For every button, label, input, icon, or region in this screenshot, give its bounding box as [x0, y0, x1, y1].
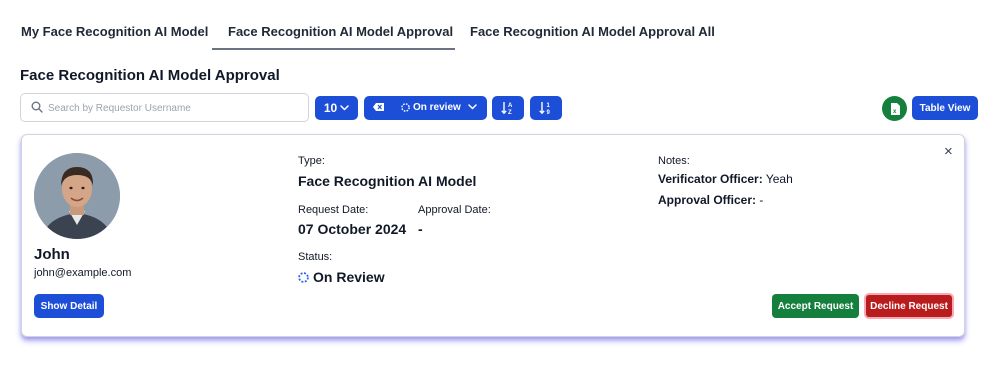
tab-model-approval-all[interactable]: Face Recognition AI Model Approval All: [470, 24, 715, 39]
sort-alpha-icon: A Z: [501, 102, 513, 115]
page-title: Face Recognition AI Model Approval: [20, 67, 280, 84]
notes-label: Notes:: [658, 155, 690, 167]
status-filter-select[interactable]: On review: [364, 96, 487, 120]
approval-officer-label: Approval Officer:: [658, 193, 757, 207]
chevron-down-icon: [340, 105, 349, 111]
active-tab-indicator: [212, 48, 455, 50]
decline-request-button[interactable]: Decline Request: [864, 293, 954, 319]
sort-numeric-button[interactable]: 1 9: [530, 96, 562, 120]
search-input[interactable]: [48, 98, 298, 118]
page-size-value: 10: [323, 101, 338, 115]
table-view-button[interactable]: Table View: [912, 96, 978, 120]
status-label: Status:: [298, 251, 333, 263]
requestor-name: John: [34, 246, 70, 263]
verificator-line: Verificator Officer: Yeah: [658, 172, 793, 186]
search-icon: [31, 101, 43, 113]
sort-numeric-icon: 1 9: [539, 102, 551, 115]
type-value: Face Recognition AI Model: [298, 173, 477, 189]
requestor-email: john@example.com: [34, 267, 132, 279]
accept-request-button[interactable]: Accept Request: [772, 294, 859, 318]
verificator-label: Verificator Officer:: [658, 172, 763, 186]
request-date-label: Request Date:: [298, 204, 369, 216]
spinner-icon: [298, 272, 309, 283]
chevron-down-icon: [468, 104, 477, 110]
request-date-value: 07 October 2024: [298, 221, 407, 237]
status-filter-value: On review: [413, 102, 461, 113]
approval-officer-line: Approval Officer: -: [658, 193, 763, 207]
excel-icon: x: [890, 102, 900, 115]
verificator-value: Yeah: [765, 172, 793, 186]
approval-date-value: -: [418, 221, 423, 237]
close-icon[interactable]: ×: [944, 144, 953, 159]
export-excel-button[interactable]: x: [882, 96, 907, 121]
status-value: On Review: [313, 269, 385, 285]
approval-officer-value: -: [759, 193, 764, 207]
sort-alpha-button[interactable]: A Z: [492, 96, 524, 120]
spinner-icon: [401, 103, 410, 112]
tab-my-models[interactable]: My Face Recognition AI Model: [21, 24, 208, 39]
svg-text:A: A: [508, 103, 513, 109]
tab-model-approval[interactable]: Face Recognition AI Model Approval: [228, 24, 453, 39]
search-box: [20, 93, 309, 122]
approval-date-label: Approval Date:: [418, 204, 491, 216]
svg-text:9: 9: [547, 110, 551, 115]
backspace-icon[interactable]: [373, 103, 384, 111]
request-card: John john@example.com Show Detail Type: …: [21, 134, 965, 337]
svg-text:1: 1: [547, 103, 551, 109]
type-label: Type:: [298, 155, 325, 167]
avatar: [34, 153, 120, 239]
page-size-select[interactable]: 10: [315, 96, 358, 120]
show-detail-button[interactable]: Show Detail: [34, 294, 104, 318]
svg-text:Z: Z: [508, 110, 512, 115]
tab-bar: My Face Recognition AI Model Face Recogn…: [0, 0, 997, 51]
